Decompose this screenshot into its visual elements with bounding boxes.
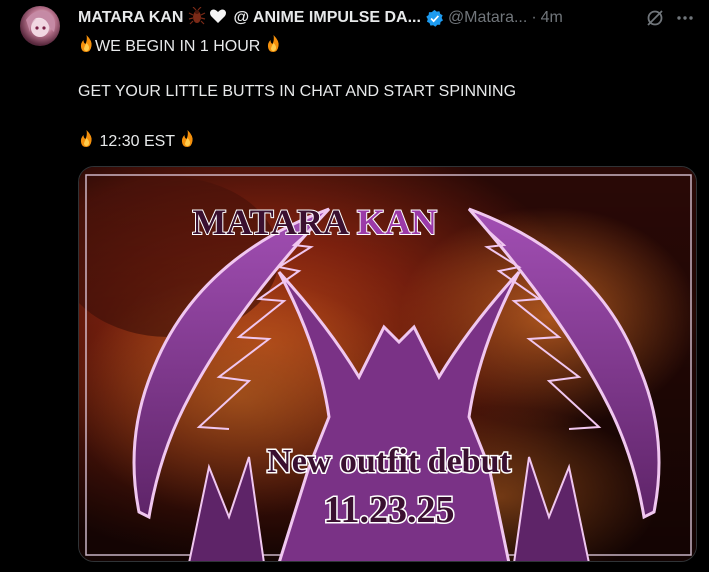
display-name[interactable]: MATARA KAN bbox=[78, 9, 183, 27]
media-image[interactable]: MATARA KAN New outfit debut 11.23.25 bbox=[78, 166, 697, 562]
white-heart-icon bbox=[209, 7, 227, 30]
banner-title-right: KAN bbox=[357, 202, 437, 242]
fire-emoji-icon bbox=[78, 35, 95, 59]
tweet-text-line-3: 12:30 EST bbox=[78, 130, 196, 154]
tweet[interactable]: MATARA KAN @ ANIME IMPULSE DA... @Matara… bbox=[0, 0, 709, 572]
cockroach-icon bbox=[188, 6, 206, 30]
verified-badge-icon bbox=[425, 9, 444, 28]
tweet-text-line-2: GET YOUR LITTLE BUTTS IN CHAT AND START … bbox=[78, 83, 517, 100]
fire-emoji-icon bbox=[78, 130, 95, 154]
tweet-line-1-text: WE BEGIN IN 1 HOUR bbox=[95, 38, 261, 56]
handle[interactable]: @Matara... bbox=[448, 9, 527, 27]
fire-emoji-icon bbox=[179, 130, 196, 154]
more-options-icon[interactable] bbox=[675, 8, 695, 28]
banner-subtitle: New outfit debut bbox=[267, 443, 511, 480]
timestamp[interactable]: 4m bbox=[541, 9, 563, 27]
tweet-line-3-text: 12:30 EST bbox=[99, 133, 175, 151]
banner-date: 11.23.25 bbox=[324, 489, 455, 531]
tweet-header: MATARA KAN @ ANIME IMPULSE DA... @Matara… bbox=[78, 6, 695, 30]
avatar[interactable] bbox=[20, 6, 60, 46]
fire-emoji-icon bbox=[265, 35, 282, 59]
time-separator: · bbox=[531, 9, 537, 26]
tweet-text-line-1: WE BEGIN IN 1 HOUR bbox=[78, 35, 282, 59]
display-name-suffix[interactable]: @ ANIME IMPULSE DA... bbox=[233, 9, 420, 27]
banner-title-left: MATARA bbox=[192, 202, 349, 242]
grok-icon[interactable] bbox=[645, 8, 665, 28]
